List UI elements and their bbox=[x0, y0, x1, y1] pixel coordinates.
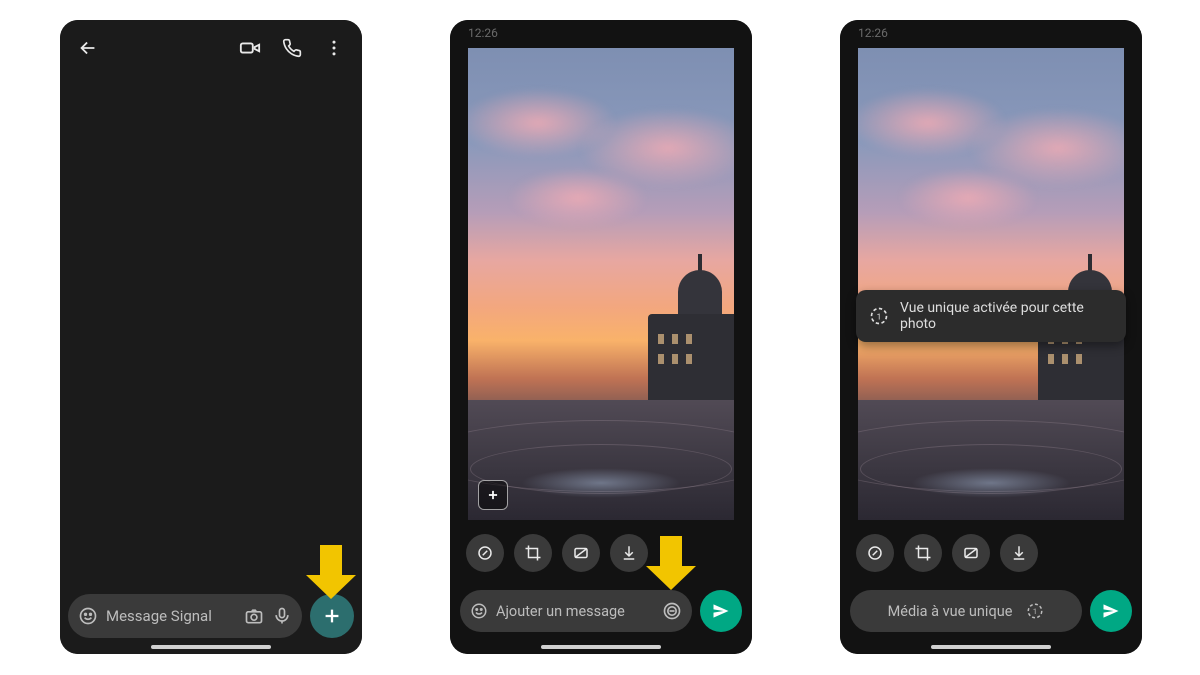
back-button[interactable] bbox=[70, 30, 106, 66]
view-once-caption[interactable]: Média à vue unique 1 bbox=[850, 590, 1082, 632]
crop-tool-button[interactable] bbox=[514, 534, 552, 572]
camera-icon[interactable] bbox=[244, 606, 264, 626]
add-media-button[interactable] bbox=[478, 480, 508, 510]
draw-tool-button[interactable] bbox=[466, 534, 504, 572]
draw-tool-button[interactable] bbox=[856, 534, 894, 572]
view-once-toast: 1 Vue unique activée pour cette photo bbox=[856, 290, 1126, 342]
send-button[interactable] bbox=[1090, 590, 1132, 632]
save-tool-button[interactable] bbox=[1000, 534, 1038, 572]
quality-tool-button[interactable] bbox=[952, 534, 990, 572]
quality-tool-button[interactable] bbox=[562, 534, 600, 572]
caption-placeholder: Ajouter un message bbox=[496, 603, 654, 620]
screen-media-preview: 12:26 bbox=[450, 20, 752, 654]
message-composer[interactable]: Message Signal bbox=[68, 594, 302, 638]
save-tool-button[interactable] bbox=[610, 534, 648, 572]
media-preview[interactable] bbox=[468, 48, 734, 520]
status-time: 12:26 bbox=[858, 26, 888, 40]
edit-toolbar bbox=[466, 534, 736, 572]
composer-placeholder: Message Signal bbox=[106, 607, 236, 625]
caption-input[interactable]: Ajouter un message bbox=[460, 590, 692, 632]
more-options-button[interactable] bbox=[316, 30, 352, 66]
status-time: 12:26 bbox=[468, 26, 498, 40]
chat-messages-area bbox=[60, 76, 362, 594]
voice-call-button[interactable] bbox=[274, 30, 310, 66]
chat-topbar bbox=[60, 20, 362, 76]
svg-text:1: 1 bbox=[1033, 607, 1037, 616]
caption-label: Média à vue unique bbox=[888, 603, 1013, 620]
screen-chat: Message Signal bbox=[60, 20, 362, 654]
home-indicator bbox=[541, 645, 661, 649]
video-call-button[interactable] bbox=[232, 30, 268, 66]
media-preview[interactable] bbox=[858, 48, 1124, 520]
edit-toolbar bbox=[856, 534, 1126, 572]
view-once-icon: 1 bbox=[1026, 602, 1044, 620]
view-once-icon: 1 bbox=[868, 305, 890, 327]
svg-text:1: 1 bbox=[877, 312, 882, 322]
send-button[interactable] bbox=[700, 590, 742, 632]
attach-plus-button[interactable] bbox=[310, 594, 354, 638]
home-indicator bbox=[151, 645, 271, 649]
emoji-icon[interactable] bbox=[78, 606, 98, 626]
screen-view-once-enabled: 12:26 bbox=[840, 20, 1142, 654]
toast-text: Vue unique activée pour cette photo bbox=[900, 300, 1114, 332]
microphone-icon[interactable] bbox=[272, 606, 292, 626]
view-once-toggle-icon[interactable] bbox=[662, 601, 682, 621]
home-indicator bbox=[931, 645, 1051, 649]
crop-tool-button[interactable] bbox=[904, 534, 942, 572]
emoji-icon[interactable] bbox=[470, 602, 488, 620]
